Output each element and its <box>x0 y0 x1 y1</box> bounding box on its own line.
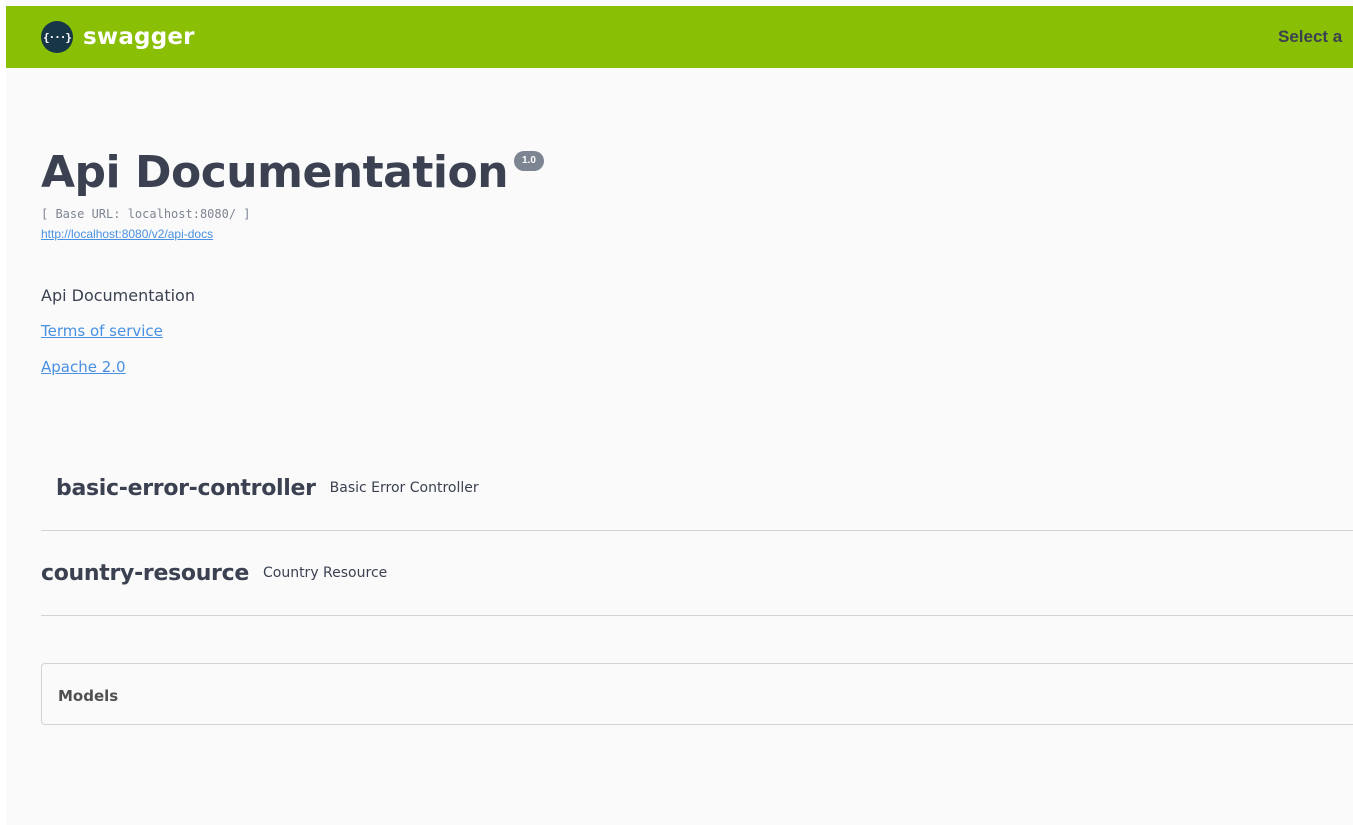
tag-name: basic-error-controller <box>56 475 316 501</box>
tag-name: country-resource <box>41 560 249 586</box>
models-title: Models <box>58 687 119 705</box>
swagger-logo-link[interactable]: {···} swagger <box>41 20 195 54</box>
tag-description: Basic Error Controller <box>329 480 479 496</box>
api-title-row: Api Documentation 1.0 <box>41 140 544 206</box>
tag-basic-error-controller[interactable]: basic-error-controller Basic Error Contr… <box>41 446 1353 531</box>
api-info: Api Documentation 1.0 [ Base URL: localh… <box>41 140 544 242</box>
topbar: {···} swagger Select a <box>6 6 1353 68</box>
api-docs-link[interactable]: http://localhost:8080/v2/api-docs <box>41 227 213 241</box>
base-url: [ Base URL: localhost:8080/ ] <box>41 207 251 221</box>
version-badge: 1.0 <box>514 151 544 171</box>
page-title: Api Documentation <box>41 147 509 198</box>
swagger-ui-page: {···} swagger Select a Api Documentation… <box>0 0 1353 825</box>
tag-country-resource[interactable]: country-resource Country Resource <box>41 531 1353 616</box>
models-section[interactable]: Models <box>41 663 1353 725</box>
api-description: Api Documentation <box>41 286 195 305</box>
window-edge <box>0 0 6 825</box>
tag-description: Country Resource <box>262 565 388 581</box>
license-link[interactable]: Apache 2.0 <box>41 358 126 376</box>
select-definition-label: Select a <box>1278 27 1343 46</box>
swagger-logo-text: swagger <box>83 24 195 50</box>
terms-of-service-link[interactable]: Terms of service <box>41 322 163 340</box>
swagger-logo-icon: {···} <box>41 21 73 53</box>
